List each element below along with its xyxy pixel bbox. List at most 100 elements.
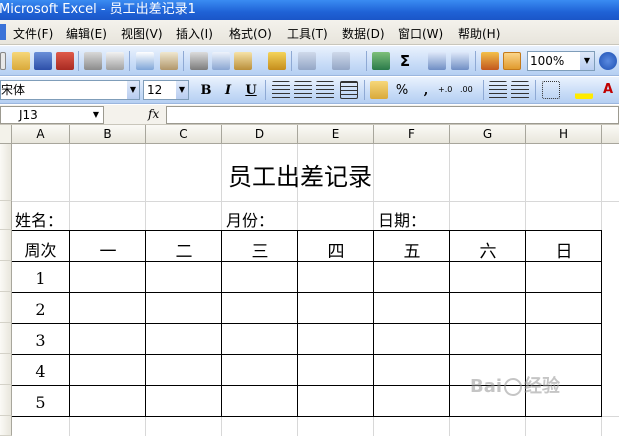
font-color-icon[interactable]: A bbox=[603, 81, 617, 99]
comma-button[interactable]: , bbox=[416, 81, 436, 100]
week-header: 周次 bbox=[24, 241, 57, 260]
toolbar-separator bbox=[366, 51, 367, 71]
date-label: 日期： bbox=[378, 211, 427, 230]
spelling-icon[interactable] bbox=[136, 52, 154, 70]
menu-view[interactable]: 视图(V) bbox=[121, 25, 163, 42]
formatting-toolbar: 宋体 ▼ 12 ▼ B I U % , +.0 .00 A bbox=[0, 77, 619, 104]
menu-window[interactable]: 窗口(W) bbox=[398, 25, 443, 42]
chevron-down-icon[interactable]: ▼ bbox=[127, 81, 139, 99]
underline-button[interactable]: U bbox=[241, 81, 261, 100]
open-icon[interactable] bbox=[12, 52, 30, 70]
decrease-indent-icon[interactable] bbox=[489, 81, 507, 99]
borders-icon[interactable] bbox=[542, 81, 560, 99]
toolbar-separator bbox=[475, 51, 476, 71]
permission-icon[interactable] bbox=[56, 52, 74, 70]
increase-decimal-icon[interactable]: +.0 bbox=[438, 81, 456, 99]
column-header-f[interactable]: F bbox=[374, 125, 450, 144]
chart-wizard-icon[interactable] bbox=[481, 52, 499, 70]
column-header-h[interactable]: H bbox=[526, 125, 602, 144]
menu-edit[interactable]: 编辑(E) bbox=[66, 25, 107, 42]
copy-icon[interactable] bbox=[212, 52, 230, 70]
font-name-select[interactable]: 宋体 ▼ bbox=[0, 80, 140, 100]
autosum-icon[interactable]: Σ bbox=[396, 52, 414, 70]
zoom-value: 100% bbox=[530, 54, 565, 68]
menu-format[interactable]: 格式(O) bbox=[229, 25, 272, 42]
menu-data[interactable]: 数据(D) bbox=[342, 25, 385, 42]
row-header-6[interactable] bbox=[0, 323, 12, 354]
baidu-watermark-logo: Bai 经验 bbox=[470, 372, 560, 398]
font-size-select[interactable]: 12 ▼ bbox=[143, 80, 189, 100]
align-center-icon[interactable] bbox=[294, 81, 312, 99]
week-number: 3 bbox=[35, 331, 46, 350]
row-header-3[interactable] bbox=[0, 230, 12, 261]
align-left-icon[interactable] bbox=[272, 81, 290, 99]
menu-file[interactable]: 文件(F) bbox=[13, 25, 53, 42]
bold-button[interactable]: B bbox=[196, 81, 216, 100]
day-header: 五 bbox=[403, 242, 421, 262]
print-icon[interactable] bbox=[84, 52, 102, 70]
column-header-a[interactable]: A bbox=[12, 125, 70, 144]
name-label: 姓名： bbox=[15, 211, 64, 230]
menu-help[interactable]: 帮助(H) bbox=[458, 25, 500, 42]
table-border bbox=[12, 230, 602, 231]
column-header-g[interactable]: G bbox=[450, 125, 526, 144]
merge-center-icon[interactable] bbox=[340, 81, 358, 99]
cut-icon[interactable] bbox=[190, 52, 208, 70]
name-box[interactable]: J13 ▼ bbox=[0, 106, 104, 124]
sort-ascending-icon[interactable] bbox=[428, 52, 446, 70]
chevron-down-icon[interactable]: ▼ bbox=[176, 81, 188, 99]
help-icon[interactable] bbox=[599, 52, 617, 70]
percent-button[interactable]: % bbox=[392, 81, 412, 100]
row-header-4[interactable] bbox=[0, 261, 12, 292]
zoom-select[interactable]: 100% ▼ bbox=[527, 51, 595, 71]
fill-color-icon[interactable] bbox=[575, 81, 593, 99]
menu-bar: 文件(F) 编辑(E) 视图(V) 插入(I) 格式(O) 工具(T) 数据(D… bbox=[0, 20, 619, 45]
week-number: 5 bbox=[35, 393, 46, 412]
day-header: 二 bbox=[175, 242, 193, 262]
italic-button[interactable]: I bbox=[218, 81, 238, 100]
drawing-icon[interactable] bbox=[503, 52, 521, 70]
sort-descending-icon[interactable] bbox=[451, 52, 469, 70]
formula-input[interactable] bbox=[166, 106, 619, 124]
insert-function-icon[interactable]: fx bbox=[148, 107, 159, 121]
new-icon[interactable] bbox=[0, 52, 6, 70]
row-header-8[interactable] bbox=[0, 385, 12, 416]
save-icon[interactable] bbox=[34, 52, 52, 70]
column-header-d[interactable]: D bbox=[222, 125, 298, 144]
gridline bbox=[12, 201, 619, 202]
align-right-icon[interactable] bbox=[316, 81, 334, 99]
column-header-e[interactable]: E bbox=[298, 125, 374, 144]
week-number: 4 bbox=[35, 362, 46, 381]
hyperlink-icon[interactable] bbox=[372, 52, 390, 70]
chevron-down-icon[interactable]: ▼ bbox=[580, 52, 594, 70]
column-header-i[interactable] bbox=[602, 125, 619, 144]
currency-icon[interactable] bbox=[370, 81, 388, 99]
menu-insert[interactable]: 插入(I) bbox=[176, 25, 213, 42]
row-header-5[interactable] bbox=[0, 292, 12, 323]
increase-indent-icon[interactable] bbox=[511, 81, 529, 99]
format-painter-icon[interactable] bbox=[268, 52, 286, 70]
sheet-title: 员工出差记录 bbox=[228, 163, 372, 191]
week-number: 1 bbox=[35, 269, 46, 288]
decrease-decimal-icon[interactable]: .00 bbox=[460, 81, 478, 99]
menu-tools[interactable]: 工具(T) bbox=[287, 25, 328, 42]
redo-icon[interactable] bbox=[332, 52, 350, 70]
day-header: 四 bbox=[327, 242, 345, 262]
select-all-corner[interactable] bbox=[0, 125, 12, 144]
font-name-value: 宋体 bbox=[1, 83, 26, 97]
row-header-2[interactable] bbox=[0, 201, 12, 230]
paste-icon[interactable] bbox=[234, 52, 252, 70]
table-border bbox=[12, 416, 602, 417]
row-header-7[interactable] bbox=[0, 354, 12, 385]
toolbar-separator bbox=[265, 80, 266, 100]
row-header-1[interactable] bbox=[0, 144, 12, 201]
chevron-down-icon[interactable]: ▼ bbox=[93, 107, 99, 123]
day-header: 一 bbox=[99, 242, 117, 262]
excel-menu-icon[interactable] bbox=[0, 24, 6, 40]
column-header-c[interactable]: C bbox=[146, 125, 222, 144]
undo-icon[interactable] bbox=[298, 52, 316, 70]
row-header-9[interactable] bbox=[0, 416, 12, 436]
research-icon[interactable] bbox=[160, 52, 178, 70]
print-preview-icon[interactable] bbox=[106, 52, 124, 70]
column-header-b[interactable]: B bbox=[70, 125, 146, 144]
